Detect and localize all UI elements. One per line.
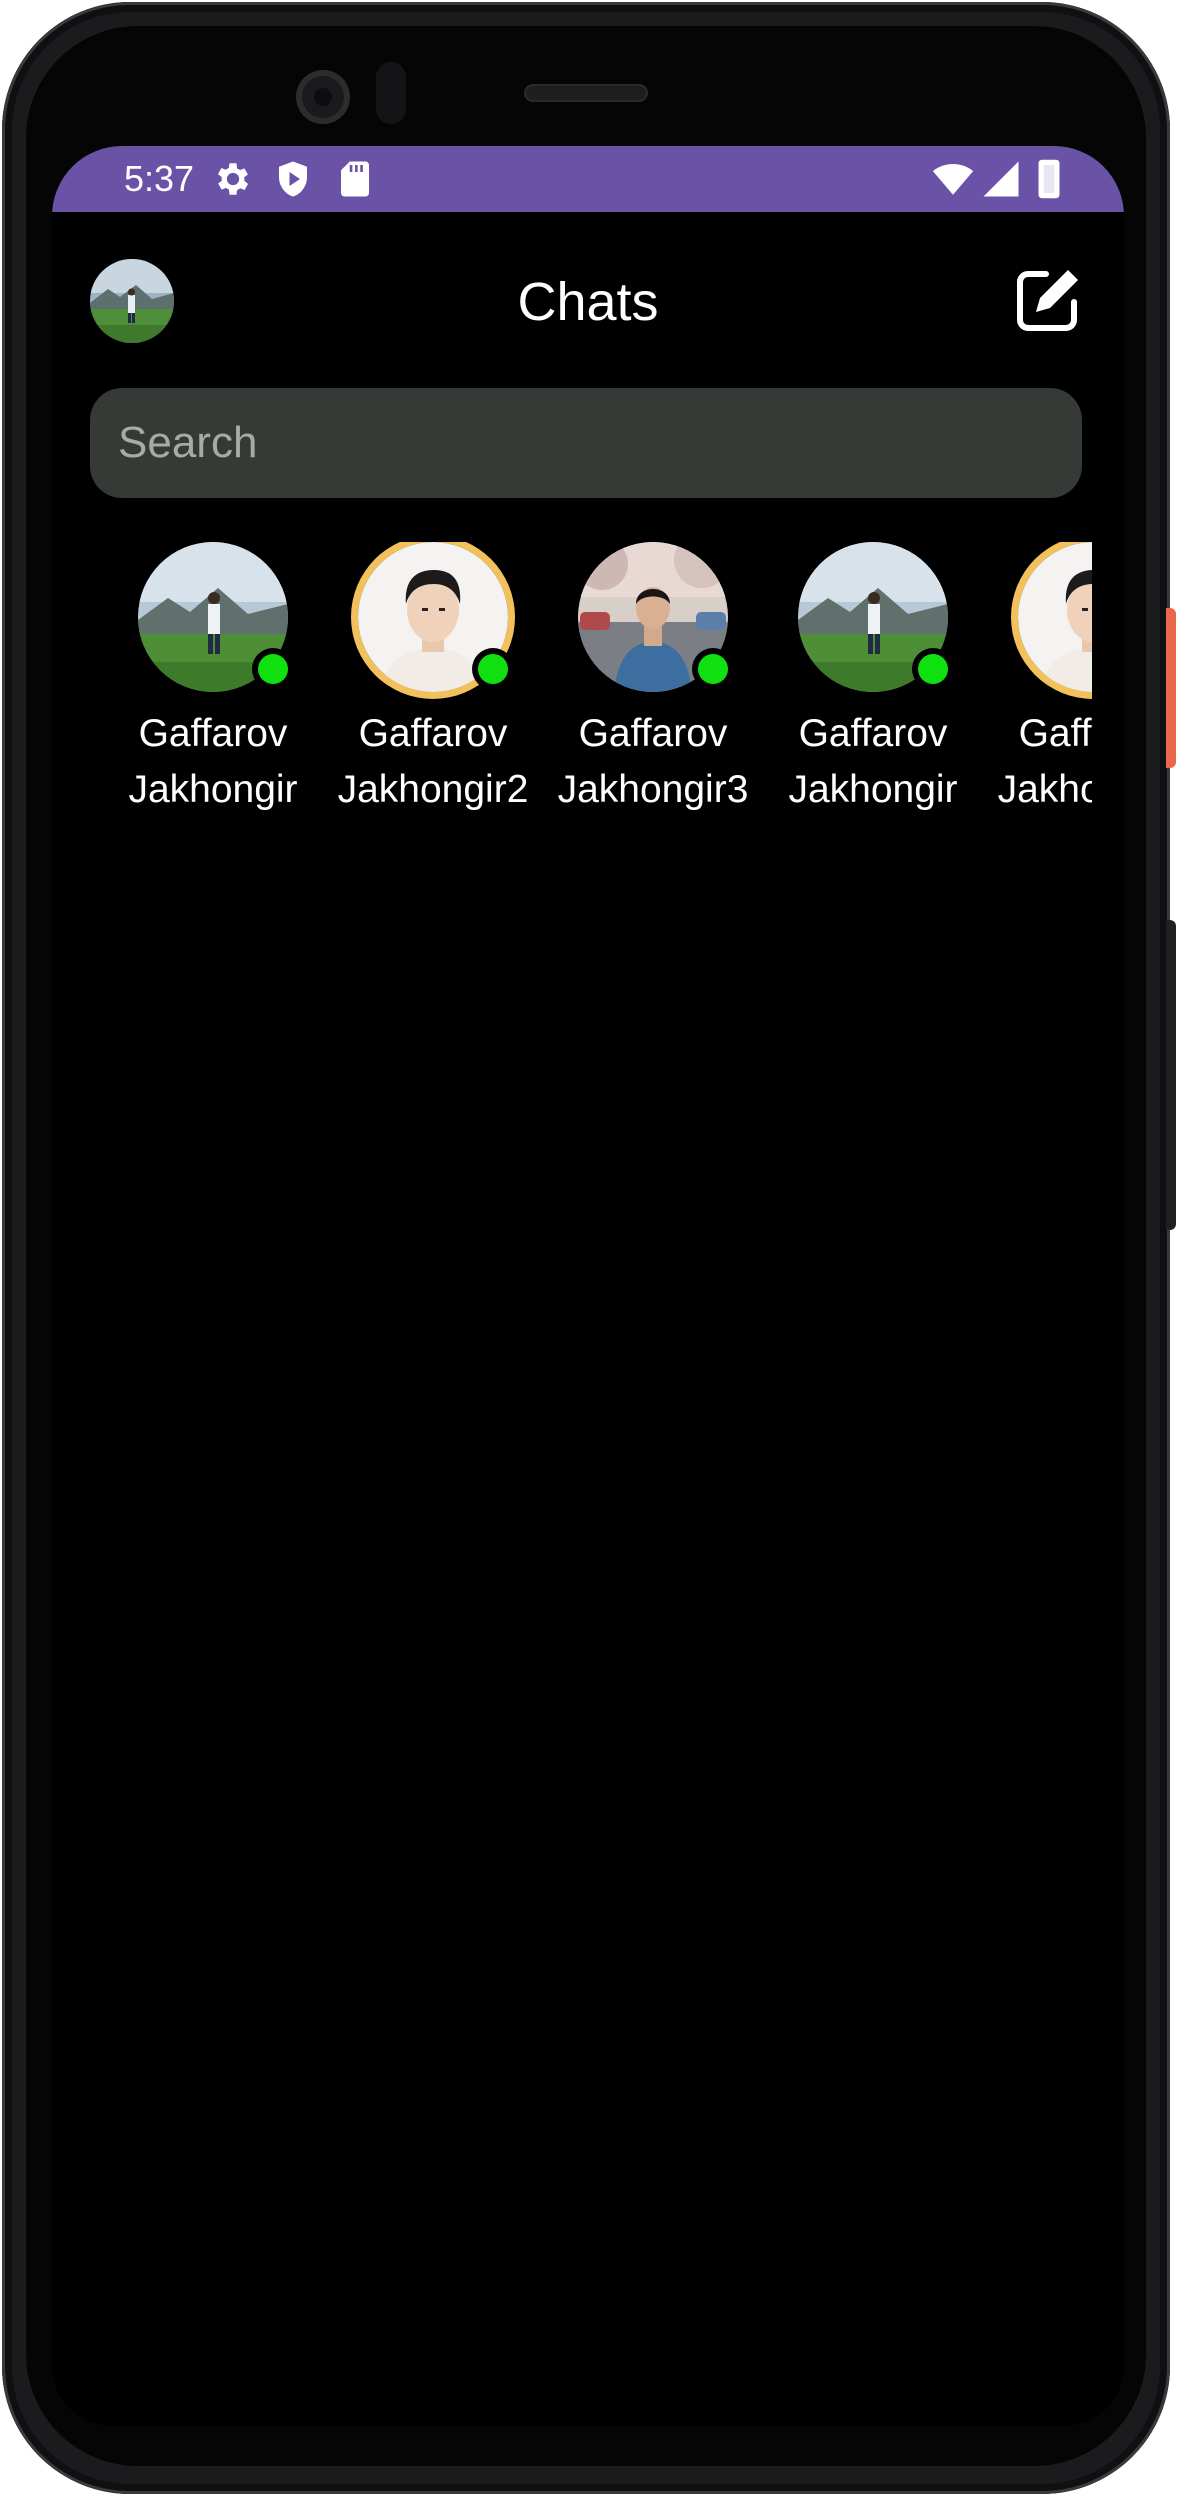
online-indicator (918, 654, 948, 684)
search-input[interactable]: Search (90, 388, 1082, 498)
front-camera (296, 70, 350, 124)
power-button (1166, 608, 1176, 768)
online-indicator (698, 654, 728, 684)
story-name: Gaffarov Jakhongir2 (337, 712, 529, 811)
story-avatar (138, 542, 288, 692)
story-name: Gaffarov Jakhongir (128, 712, 298, 811)
volume-button (1166, 920, 1176, 1230)
app-screen: 5:37 Chats Search Gaffarov Jakhongir Gaf… (52, 146, 1124, 2426)
sd-card-icon (341, 161, 369, 197)
portrait-photo (1018, 542, 1092, 692)
search-placeholder: Search (118, 418, 258, 467)
story-item[interactable]: Gaffarov Jakhongir2 (308, 542, 528, 862)
compose-edit-icon[interactable] (1012, 264, 1084, 336)
cell-signal-icon (983, 161, 1019, 197)
story-name: Gaffarov Jakhongir3 (557, 712, 749, 811)
story-item[interactable]: Gaffarov Jakhongir3 (528, 542, 748, 862)
story-avatar (358, 542, 508, 692)
story-item[interactable]: Gaffarov Jakhongir (748, 542, 968, 862)
earpiece-speaker (524, 84, 648, 102)
page-title: Chats (517, 272, 659, 332)
proximity-sensor (376, 62, 406, 124)
online-indicator (478, 654, 508, 684)
online-indicator (258, 654, 288, 684)
story-avatar (578, 542, 728, 692)
story-name: Gaffarov Jakhongir (788, 712, 958, 811)
status-bar: 5:37 (52, 146, 1124, 212)
story-avatar (1018, 542, 1092, 692)
status-time: 5:37 (124, 158, 195, 199)
shield-play-icon (279, 161, 307, 197)
active-users-row[interactable]: Gaffarov Jakhongir Gaffarov Jakhongir2 G… (90, 542, 1092, 862)
story-item[interactable]: Gaffarov Jakhongir (90, 542, 308, 862)
battery-icon (1038, 159, 1060, 199)
wifi-icon (932, 163, 974, 195)
gear-icon (217, 163, 249, 195)
story-name: Gaffarov Jakhongir2 (997, 712, 1092, 811)
story-item[interactable]: Gaffarov Jakhongir2 (968, 542, 1092, 862)
story-avatar (798, 542, 948, 692)
